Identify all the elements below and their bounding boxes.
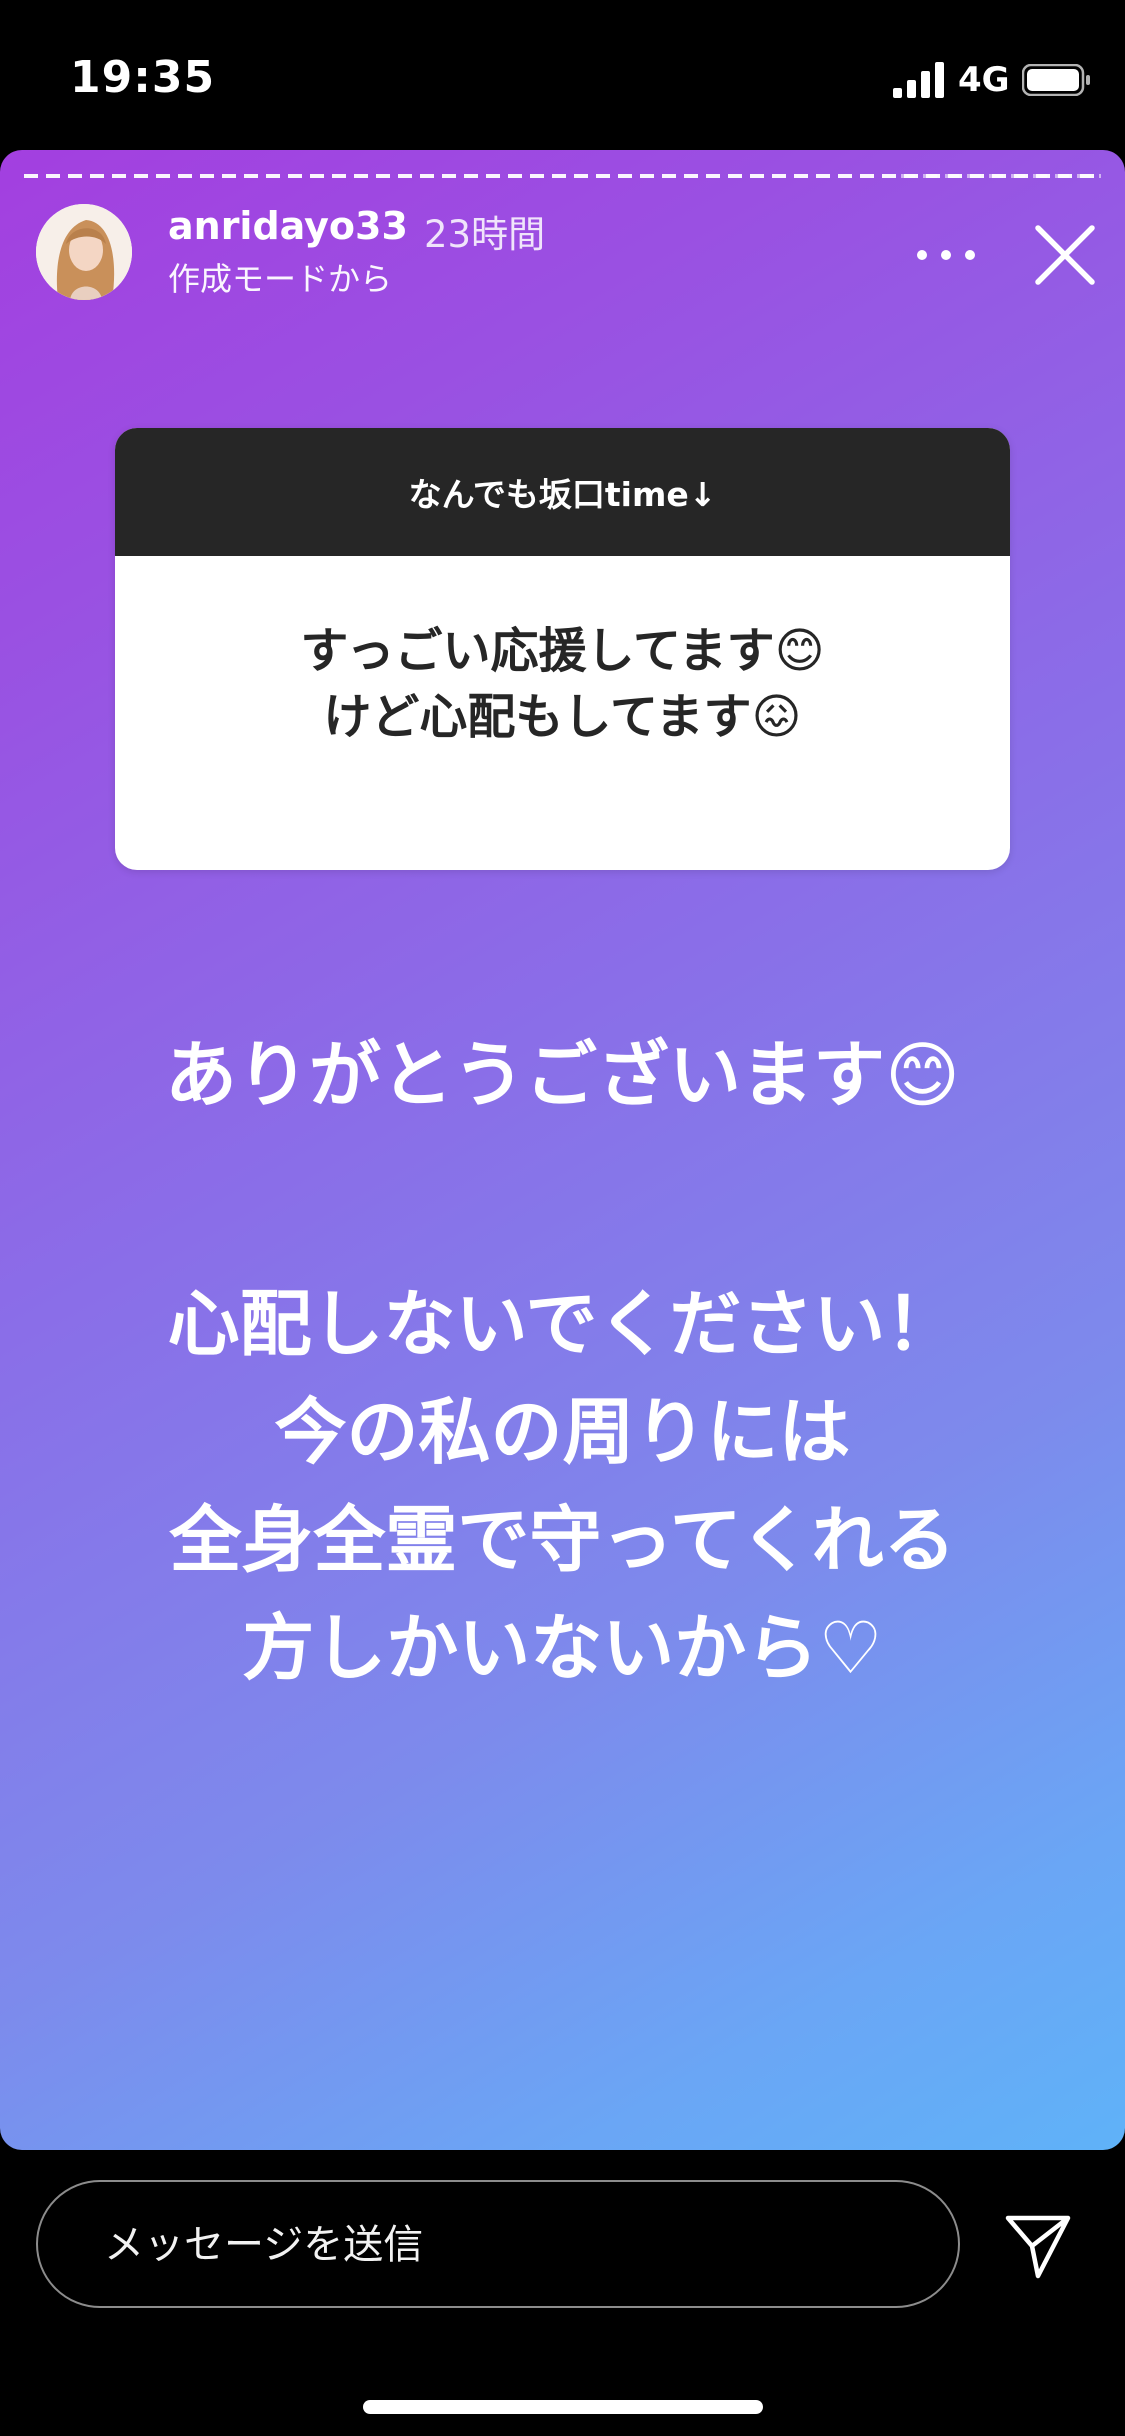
answer-line: 全身全霊で守ってくれる <box>169 1498 956 1582</box>
home-indicator[interactable] <box>363 2400 763 2414</box>
question-header: なんでも坂口time↓ <box>115 428 1010 556</box>
battery-icon <box>1022 64 1090 96</box>
answer-line: 今の私の周りには <box>274 1390 851 1474</box>
network-type: 4G <box>958 60 1010 100</box>
message-bar <box>36 2180 960 2308</box>
answer-text: ありがとうございます😊 心配しないでください！ 今の私の周りには 全身全霊で守っ… <box>0 1020 1125 1702</box>
send-icon[interactable] <box>1002 2210 1074 2282</box>
story-subtitle: 作成モードから <box>168 260 393 298</box>
avatar[interactable] <box>36 204 132 300</box>
answer-line: 方しかいないから♡ <box>242 1606 883 1690</box>
status-time: 19:35 <box>70 52 216 103</box>
close-icon[interactable] <box>1030 220 1100 290</box>
story-card[interactable]: anridayo33 23時間 作成モードから なんでも坂口time↓ すっごい… <box>0 150 1125 2150</box>
more-options-icon[interactable] <box>908 230 984 280</box>
question-line: けど心配もしてます😖 <box>323 689 802 745</box>
answer-line: 心配しないでください！ <box>167 1282 958 1366</box>
avatar-photo-icon <box>36 204 132 300</box>
story-timestamp: 23時間 <box>424 213 546 256</box>
story-screen: 19:35 4G anridayo33 23時間 作成モードから なんでも坂口t… <box>0 0 1125 2436</box>
status-bar: 19:35 4G <box>0 0 1125 150</box>
story-progress-bar <box>24 174 1101 178</box>
answer-line: ありがとうございます😊 <box>164 1033 961 1117</box>
signal-icon <box>893 62 944 98</box>
message-input[interactable] <box>102 2182 946 2308</box>
question-line: すっごい応援してます😊 <box>300 623 825 679</box>
story-username[interactable]: anridayo33 <box>168 204 408 248</box>
question-sticker: なんでも坂口time↓ すっごい応援してます😊 けど心配もしてます😖 <box>115 428 1010 870</box>
question-body: すっごい応援してます😊 けど心配もしてます😖 <box>115 556 1010 750</box>
